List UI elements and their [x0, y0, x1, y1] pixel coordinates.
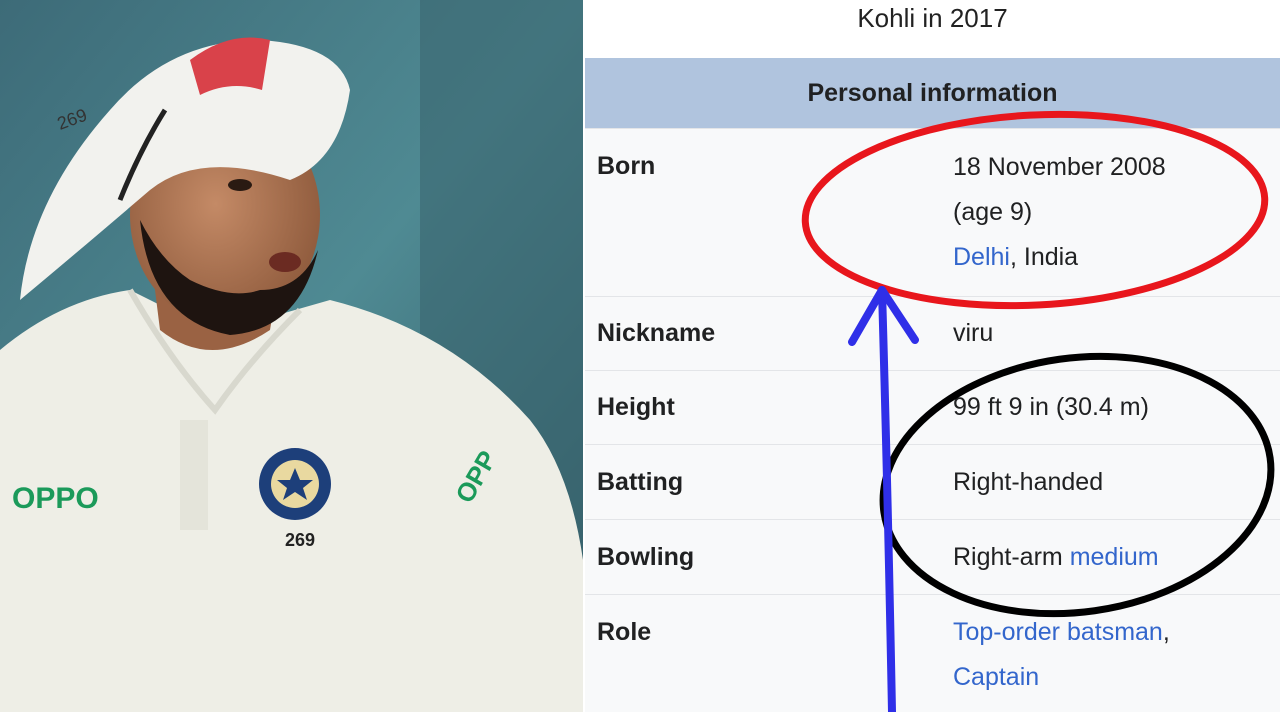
bowling-label: Bowling — [597, 543, 695, 571]
born-country: , India — [1009, 243, 1079, 271]
row-bowling: Bowling Right-arm medium — [585, 519, 1280, 595]
born-city-link[interactable]: Delhi — [953, 243, 1010, 271]
born-date: 18 November 2008 — [953, 153, 1166, 181]
born-age: (age 9) — [953, 198, 1033, 226]
shirt-number: 269 — [285, 530, 315, 550]
row-height: Height 99 ft 9 in (30.4 m) — [585, 370, 1280, 445]
bowling-prefix: Right-arm — [953, 543, 1070, 571]
role-top-order-batsman-link[interactable]: Top-order batsman — [953, 618, 1163, 646]
nickname-label: Nickname — [597, 319, 716, 347]
personal-information-header: Personal information — [585, 58, 1280, 128]
wikipedia-infobox: Kohli in 2017 Personal information Born … — [585, 0, 1280, 712]
row-batting: Batting Right-handed — [585, 444, 1280, 520]
shirt-sponsor-logo: OPPO — [12, 482, 99, 515]
role-label: Role — [597, 618, 652, 646]
batting-label: Batting — [597, 468, 684, 496]
nickname-value: viru — [953, 319, 994, 347]
height-label: Height — [597, 393, 675, 421]
role-line-2: Captain — [953, 655, 1039, 700]
bowling-value: Right-arm medium — [953, 535, 1159, 580]
player-photo: 269 OPPO 269 OPP — [0, 0, 583, 712]
row-nickname: Nickname viru — [585, 296, 1280, 371]
bowling-medium-link[interactable]: medium — [1070, 543, 1159, 571]
born-label: Born — [597, 152, 656, 180]
born-place: Delhi, India — [953, 235, 1078, 280]
role-line-1: Top-order batsman, — [953, 618, 1170, 646]
batting-value: Right-handed — [953, 468, 1104, 496]
row-born: Born 18 November 2008 (age 9) Delhi, Ind… — [585, 128, 1280, 297]
height-value: 99 ft 9 in (30.4 m) — [953, 393, 1149, 421]
row-role: Role Top-order batsman, Captain — [585, 594, 1280, 712]
image-caption: Kohli in 2017 — [585, 0, 1280, 58]
role-captain-link[interactable]: Captain — [953, 663, 1039, 691]
